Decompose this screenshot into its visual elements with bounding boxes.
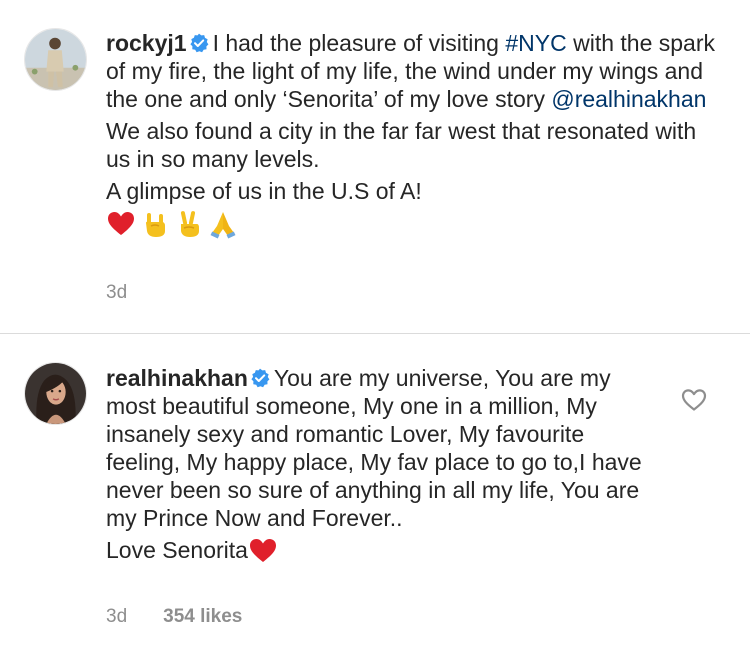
caption-paragraph: A glimpse of us in the U.S of A! bbox=[106, 178, 422, 204]
verified-badge-icon bbox=[189, 33, 209, 53]
red-heart-icon bbox=[248, 536, 278, 564]
avatar[interactable] bbox=[24, 28, 87, 91]
username[interactable]: rockyj1 bbox=[106, 30, 187, 56]
username[interactable]: realhinakhan bbox=[106, 365, 248, 391]
verified-badge-icon bbox=[250, 368, 270, 388]
emoji-row bbox=[106, 209, 721, 239]
caption-text: I had the pleasure of visiting bbox=[212, 30, 506, 56]
victory-hand-icon bbox=[174, 209, 204, 239]
timestamp[interactable]: 3d bbox=[106, 606, 127, 627]
mention-link[interactable]: @realhinakhan bbox=[551, 86, 706, 112]
folded-hands-icon bbox=[208, 209, 238, 239]
comment-realhinakhan: realhinakhan You are my universe, You ar… bbox=[0, 334, 750, 648]
comment-rockyj1: rockyj1 I had the pleasure of visiting #… bbox=[0, 0, 750, 333]
red-heart-icon bbox=[106, 209, 136, 239]
likes-count[interactable]: 354 likes bbox=[163, 606, 242, 627]
comment-signoff-text: Love Senorita bbox=[106, 537, 248, 563]
like-heart-icon[interactable] bbox=[681, 388, 707, 412]
rock-on-hand-icon bbox=[140, 209, 170, 239]
avatar[interactable] bbox=[24, 362, 87, 425]
comment-meta: 3d 354 likes bbox=[106, 606, 242, 628]
hashtag-link[interactable]: #NYC bbox=[505, 30, 566, 56]
timestamp[interactable]: 3d bbox=[106, 282, 127, 303]
comment-meta: 3d bbox=[106, 282, 127, 304]
comment-text: rockyj1 I had the pleasure of visiting #… bbox=[106, 29, 721, 239]
comment-text: realhinakhan You are my universe, You ar… bbox=[106, 364, 646, 568]
caption-paragraph: We also found a city in the far far west… bbox=[106, 118, 697, 172]
